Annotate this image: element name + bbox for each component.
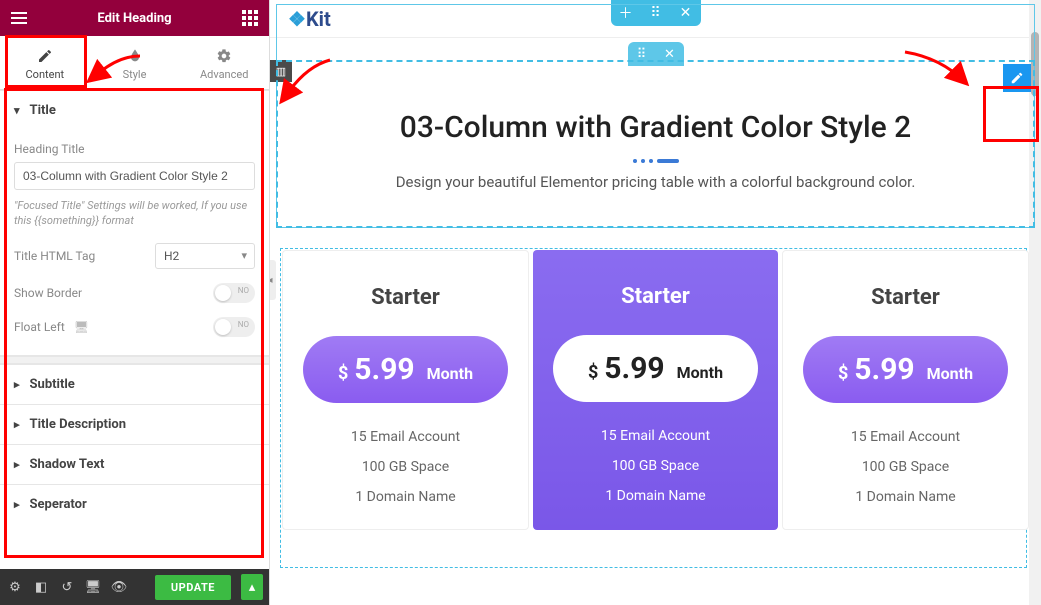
chevron-right-icon: ▸ bbox=[14, 458, 20, 471]
responsive-icon[interactable]: 🖥 bbox=[74, 320, 89, 334]
section-seperator[interactable]: ▸ Seperator bbox=[0, 484, 269, 524]
feature: 15 Email Account bbox=[543, 428, 768, 444]
section-title-header[interactable]: ▾ Title bbox=[0, 91, 269, 130]
pricing-card[interactable]: Starter $ 5.99 Month 15 Email Account 10… bbox=[282, 250, 529, 530]
amount: 5.99 bbox=[604, 351, 664, 386]
history-icon[interactable]: ↺ bbox=[58, 580, 76, 595]
section-label: Title Description bbox=[30, 417, 126, 432]
price-pill: $ 5.99 Month bbox=[553, 335, 758, 402]
chevron-right-icon: ▸ bbox=[14, 418, 20, 431]
panel-body: ▾ Title Heading Title "Focused Title" Se… bbox=[0, 90, 269, 569]
currency: $ bbox=[588, 362, 598, 383]
heading-title-input[interactable] bbox=[14, 162, 255, 190]
feature: 1 Domain Name bbox=[793, 489, 1018, 505]
toggle-state: NO bbox=[238, 320, 249, 329]
currency: $ bbox=[838, 363, 848, 384]
toggle-state: NO bbox=[238, 286, 249, 295]
menu-icon[interactable] bbox=[10, 9, 28, 27]
price-pill: $ 5.99 Month bbox=[803, 336, 1008, 403]
navigator-icon[interactable]: ◧ bbox=[32, 580, 50, 595]
panel-header: Edit Heading bbox=[0, 0, 269, 36]
toggle-knob bbox=[215, 319, 231, 335]
pricing-row: Starter $ 5.99 Month 15 Email Account 10… bbox=[282, 250, 1029, 530]
toggle-knob bbox=[215, 285, 231, 301]
currency: $ bbox=[338, 363, 348, 384]
plan-name: Starter bbox=[793, 285, 1018, 310]
chevron-right-icon: ▸ bbox=[14, 378, 20, 391]
price-pill: $ 5.99 Month bbox=[303, 336, 508, 403]
heading-underline bbox=[626, 159, 686, 163]
panel-collapse-handle[interactable]: ◂ bbox=[270, 260, 276, 300]
pencil-icon bbox=[1010, 71, 1024, 85]
tab-label: Style bbox=[123, 68, 147, 81]
editor-panel: Edit Heading Content Style Advanced ▾ Ti… bbox=[0, 0, 270, 605]
period: Month bbox=[927, 364, 973, 383]
tab-label: Advanced bbox=[200, 68, 248, 81]
heading-text: 03-Column with Gradient Color Style 2 bbox=[278, 110, 1033, 145]
feature: 100 GB Space bbox=[543, 458, 768, 474]
html-tag-label: Title HTML Tag bbox=[14, 249, 95, 263]
chevron-down-icon: ▾ bbox=[14, 104, 20, 117]
widgets-grid-icon[interactable] bbox=[241, 9, 259, 27]
update-button[interactable]: UPDATE bbox=[155, 575, 231, 600]
heading-title-label: Heading Title bbox=[14, 142, 255, 156]
float-left-toggle[interactable]: NO bbox=[213, 317, 255, 337]
plan-name: Starter bbox=[543, 284, 768, 309]
feature: 100 GB Space bbox=[293, 459, 518, 475]
panel-title: Edit Heading bbox=[97, 11, 171, 26]
html-tag-select[interactable]: H2 bbox=[155, 243, 255, 269]
panel-footer: ⚙ ◧ ↺ 🖥 👁 UPDATE ▴ bbox=[0, 569, 269, 605]
annotation-highlight bbox=[5, 35, 87, 88]
section-title-body: Heading Title "Focused Title" Settings w… bbox=[0, 130, 269, 355]
pricing-card-featured[interactable]: Starter $ 5.99 Month 15 Email Account 10… bbox=[533, 250, 778, 530]
edit-widget-button[interactable] bbox=[1003, 64, 1031, 92]
tab-advanced[interactable]: Advanced bbox=[179, 36, 269, 89]
gear-icon bbox=[216, 48, 232, 64]
show-border-label: Show Border bbox=[14, 286, 82, 300]
section-label: Title bbox=[30, 103, 56, 118]
settings-icon[interactable]: ⚙ bbox=[6, 580, 24, 595]
feature: 15 Email Account bbox=[293, 429, 518, 445]
float-left-label: Float Left 🖥 bbox=[14, 320, 89, 334]
section-subtitle[interactable]: ▸ Subtitle bbox=[0, 364, 269, 404]
update-options-button[interactable]: ▴ bbox=[241, 574, 263, 600]
heading-description: Design your beautiful Elementor pricing … bbox=[278, 173, 1033, 191]
preview-icon[interactable]: 👁 bbox=[110, 580, 128, 595]
period: Month bbox=[677, 363, 723, 382]
select-value: H2 bbox=[155, 243, 255, 269]
heading-title-hint: "Focused Title" Settings will be worked,… bbox=[14, 198, 255, 229]
show-border-toggle[interactable]: NO bbox=[213, 283, 255, 303]
section-title-description[interactable]: ▸ Title Description bbox=[0, 404, 269, 444]
droplet-icon bbox=[127, 48, 143, 64]
section-label: Shadow Text bbox=[30, 457, 105, 472]
plan-name: Starter bbox=[293, 285, 518, 310]
amount: 5.99 bbox=[354, 352, 414, 387]
section-title: ▾ Title Heading Title "Focused Title" Se… bbox=[0, 90, 269, 356]
pricing-card[interactable]: Starter $ 5.99 Month 15 Email Account 10… bbox=[782, 250, 1029, 530]
preview-canvas: ❖Kit ＋ ⠿ ✕ ⠿ ✕ ▥ 03-Column with Gradient… bbox=[270, 0, 1041, 605]
tab-style[interactable]: Style bbox=[90, 36, 180, 89]
section-label: Subtitle bbox=[30, 377, 75, 392]
feature: 1 Domain Name bbox=[293, 489, 518, 505]
heading-widget[interactable]: 03-Column with Gradient Color Style 2 De… bbox=[276, 60, 1035, 228]
amount: 5.99 bbox=[854, 352, 914, 387]
period: Month bbox=[427, 364, 473, 383]
section-label: Seperator bbox=[30, 497, 87, 512]
responsive-mode-icon[interactable]: 🖥 bbox=[84, 580, 102, 595]
section-divider bbox=[0, 356, 269, 364]
feature: 100 GB Space bbox=[793, 459, 1018, 475]
feature: 15 Email Account bbox=[793, 429, 1018, 445]
chevron-right-icon: ▸ bbox=[14, 498, 20, 511]
section-shadow-text[interactable]: ▸ Shadow Text bbox=[0, 444, 269, 484]
feature: 1 Domain Name bbox=[543, 488, 768, 504]
